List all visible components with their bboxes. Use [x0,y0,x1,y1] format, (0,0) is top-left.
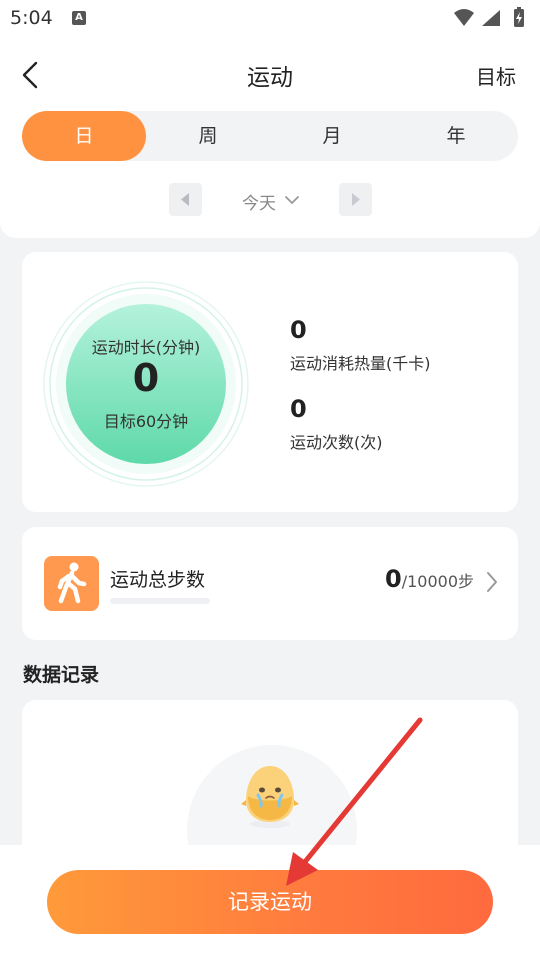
status-icons [454,7,524,27]
count-value: 0 [290,395,307,423]
records-card [22,700,518,860]
calories-label: 运动消耗热量(千卡) [290,354,431,373]
duration-value: 0 [132,356,160,400]
goal-link[interactable]: 目标 [476,61,516,90]
period-tabs: 日 周 月 年 [22,111,518,161]
steps-count: 0 [385,565,402,593]
steps-card[interactable]: 运动总步数 0/10000步 [22,527,518,640]
duration-label: 运动时长(分钟) [91,338,201,357]
steps-value: 0/10000步 [385,565,474,593]
tab-day[interactable]: 日 [22,111,146,161]
signal-icon [482,10,500,26]
steps-title: 运动总步数 [110,569,206,591]
record-exercise-button[interactable]: 记录运动 [47,870,493,934]
duration-goal: 目标60分钟 [103,412,189,431]
next-date-button[interactable] [339,183,372,216]
battery-charging-icon [514,7,524,27]
calories-value: 0 [290,316,307,344]
tab-month[interactable]: 月 [270,111,394,161]
triangle-left-icon [181,193,189,206]
steps-progress-bar [110,598,210,604]
count-label: 运动次数(次) [290,433,383,452]
top-panel: 运动 目标 日 周 月 年 今天 [0,36,540,238]
status-bar: 5:04 A [0,0,540,36]
egg-mascot-icon [241,766,299,828]
triangle-right-icon [352,193,360,206]
date-navigator: 今天 [0,183,540,217]
summary-card: 运动时长(分钟) 0 目标60分钟 0 运动消耗热量(千卡) 0 运动次数(次) [22,252,518,512]
steps-target: /10000步 [401,572,474,591]
section-title: 数据记录 [23,664,100,686]
date-label[interactable]: 今天 [242,189,276,214]
tab-year[interactable]: 年 [394,111,518,161]
status-time: 5:04 [10,7,53,29]
chevron-down-icon[interactable] [284,192,300,208]
notification-icon: A [72,11,86,25]
prev-date-button[interactable] [169,183,202,216]
tab-week[interactable]: 周 [146,111,270,161]
walking-person-icon [44,556,99,611]
page-title: 运动 [247,65,293,91]
wifi-icon [454,9,474,26]
chevron-right-icon[interactable] [486,571,498,593]
